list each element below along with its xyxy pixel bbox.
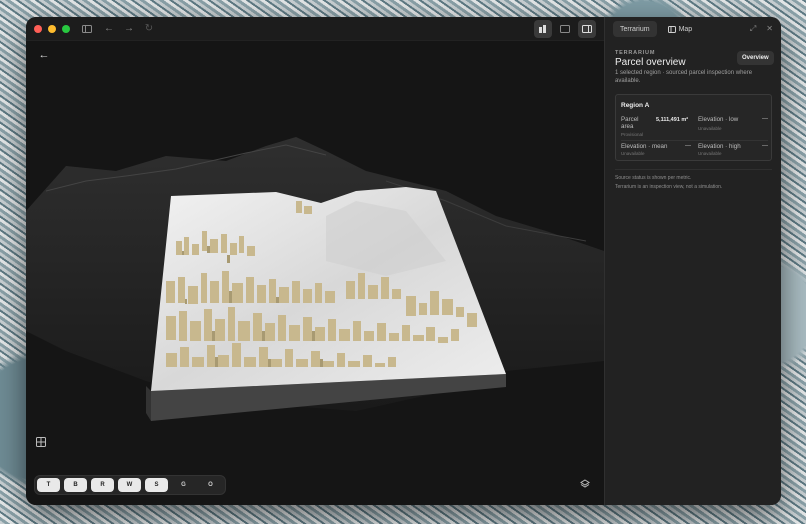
metric-status: Provisional <box>621 132 644 137</box>
overview-button[interactable]: Overview <box>737 51 774 65</box>
tool-w-button[interactable]: W <box>118 478 141 492</box>
simulation-note: Terrarium is an inspection view, not a s… <box>615 184 723 190</box>
tool-o-button[interactable]: O <box>199 478 222 492</box>
tool-b-button[interactable]: B <box>64 478 87 492</box>
terrain-model[interactable] <box>26 41 604 505</box>
region-title: Region A <box>621 102 650 109</box>
elevation-high-metric: Elevation · high Unavailable <box>698 143 741 156</box>
reload-icon[interactable]: ↻ <box>142 22 156 36</box>
parcel-area-value: 5,111,491 m² <box>656 117 689 123</box>
tool-s-button[interactable]: S <box>145 478 168 492</box>
traffic-lights <box>34 24 70 33</box>
expand-icon[interactable]: ⤢ <box>750 24 756 34</box>
metric-label: Elevation · low <box>698 116 739 123</box>
back-button[interactable]: ← <box>36 47 52 63</box>
close-icon[interactable]: ✕ <box>766 24 773 34</box>
elevation-low-metric: Elevation · low Unavailable <box>698 116 738 131</box>
map-icon <box>667 25 676 33</box>
panel-eyebrow: TERRARIUM <box>615 50 656 56</box>
panel-tabs: Terrarium Map <box>613 21 699 37</box>
page-title: Parcel overview <box>615 57 686 68</box>
tool-r-button[interactable]: R <box>91 478 114 492</box>
forward-arrow-icon[interactable]: → <box>122 22 136 36</box>
terrain-viewport[interactable]: ← T B R W S G O <box>26 41 604 505</box>
panel-controls: ⤢ ✕ <box>750 24 773 34</box>
app-window: ← → ↻ ← T B R W S G O Terrarium Map ⤢ ✕ … <box>26 17 781 505</box>
minimize-window-button[interactable] <box>48 24 56 33</box>
close-window-button[interactable] <box>34 24 42 33</box>
tab-label: Terrarium <box>620 25 650 33</box>
buildings-view-button[interactable] <box>534 20 552 38</box>
layers-button[interactable] <box>580 479 590 492</box>
title-bar: ← → ↻ <box>26 17 604 41</box>
metric-status: Unavailable <box>621 151 645 156</box>
sidebar-toggle-icon[interactable] <box>80 22 94 36</box>
tab-terrarium[interactable]: Terrarium <box>613 21 657 37</box>
elevation-mean-metric: Elevation · mean Unavailable <box>621 143 667 156</box>
metric-label: Elevation · high <box>698 143 741 150</box>
arrow-left-icon: ← <box>38 49 50 61</box>
tool-t-button[interactable]: T <box>37 478 60 492</box>
zoom-window-button[interactable] <box>62 24 70 33</box>
tab-map[interactable]: Map <box>661 21 700 37</box>
metric-status: Unavailable <box>698 126 722 131</box>
metric-label: Parcel area <box>621 116 639 130</box>
source-note: Source status is shown per metric. <box>615 175 692 181</box>
metric-status: Unavailable <box>698 151 722 156</box>
elevation-low-value: — <box>762 116 768 122</box>
inspector-panel: Terrarium Map ⤢ ✕ TERRARIUM Parcel overv… <box>604 17 781 505</box>
region-card: Region A Parcel area Provisional 5,111,4… <box>615 94 772 161</box>
elevation-high-value: — <box>762 143 768 149</box>
tab-label: Map <box>678 25 693 33</box>
split-pane-button[interactable] <box>578 20 596 38</box>
panel-divider <box>615 169 772 170</box>
metric-label: Elevation · mean <box>621 143 668 150</box>
layer-toolbar: T B R W S G O <box>34 475 226 495</box>
layers-icon <box>580 479 590 488</box>
single-pane-button[interactable] <box>556 20 574 38</box>
grid-toggle-button[interactable] <box>36 437 46 450</box>
tool-g-button[interactable]: G <box>172 478 195 492</box>
metric-divider <box>621 140 768 141</box>
grid-icon <box>36 437 46 447</box>
elevation-mean-value: — <box>685 143 691 149</box>
panel-subtitle: 1 selected region · sourced parcel inspe… <box>615 70 753 84</box>
parcel-area-metric: Parcel area Provisional <box>621 116 649 138</box>
back-arrow-icon[interactable]: ← <box>102 22 116 36</box>
